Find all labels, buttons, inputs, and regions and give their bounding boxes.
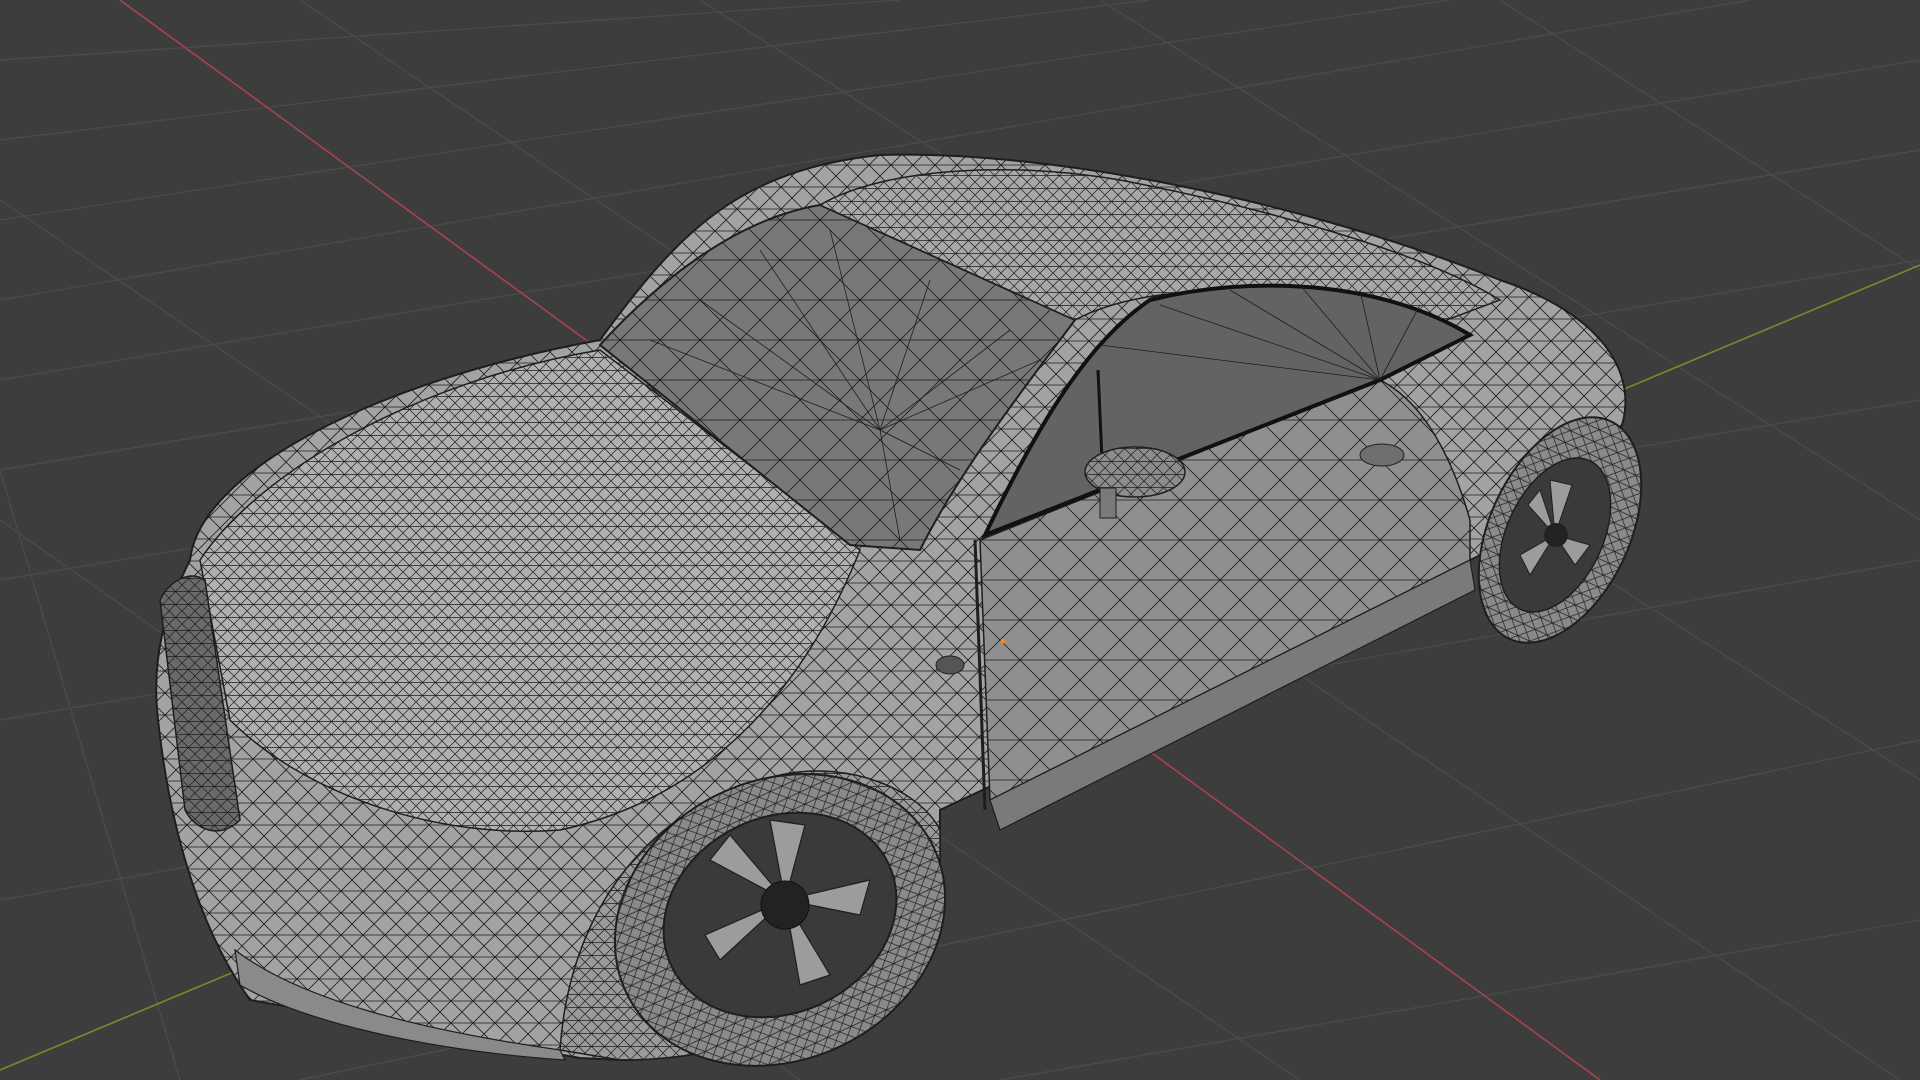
3d-viewport[interactable]: [0, 0, 1920, 1080]
object-origin[interactable]: [1000, 638, 1006, 644]
side-marker: [935, 655, 965, 675]
viewport-canvas[interactable]: [0, 0, 1920, 1080]
door-handle: [1359, 443, 1405, 467]
